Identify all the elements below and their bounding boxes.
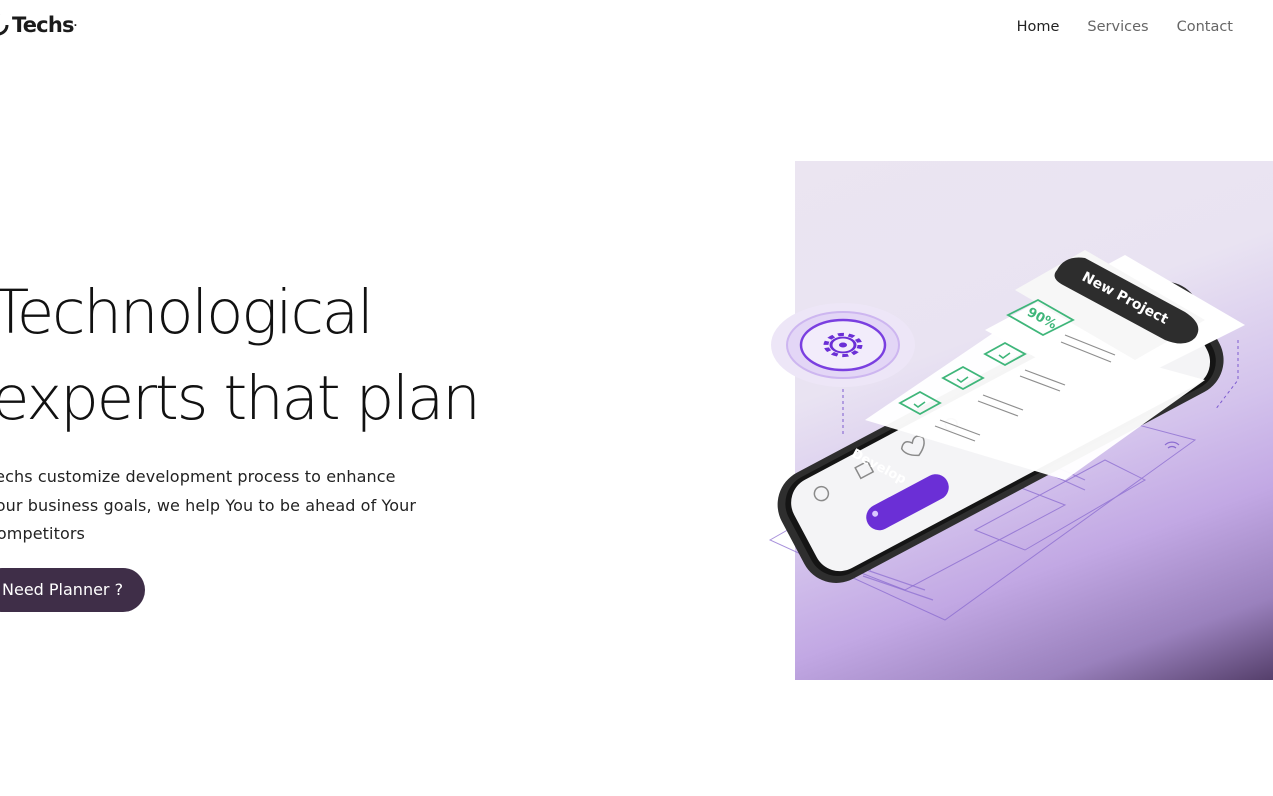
logo-text: Techs	[12, 13, 74, 37]
hero-description: Techs customize development process to e…	[0, 467, 417, 543]
logo-mark: ·	[73, 18, 78, 32]
hero-illustration: Develop 90% New Project	[768, 250, 1245, 621]
nav-contact[interactable]: Contact	[1177, 19, 1233, 35]
hero-title-line-2: experts that plan	[0, 363, 481, 434]
logo-ring-icon	[0, 14, 9, 36]
nav-home[interactable]: Home	[1017, 19, 1060, 35]
logo[interactable]: Techs ·	[0, 13, 78, 37]
hero-title: Technological experts that plan	[0, 270, 481, 442]
gear-badge	[771, 303, 915, 387]
main-nav: Home Services Contact	[989, 19, 1233, 35]
need-planner-button[interactable]: Need Planner ?	[0, 568, 146, 612]
hero-title-line-1: Technological	[0, 277, 374, 348]
nav-services[interactable]: Services	[1087, 19, 1148, 35]
wifi-icon	[1164, 441, 1180, 449]
